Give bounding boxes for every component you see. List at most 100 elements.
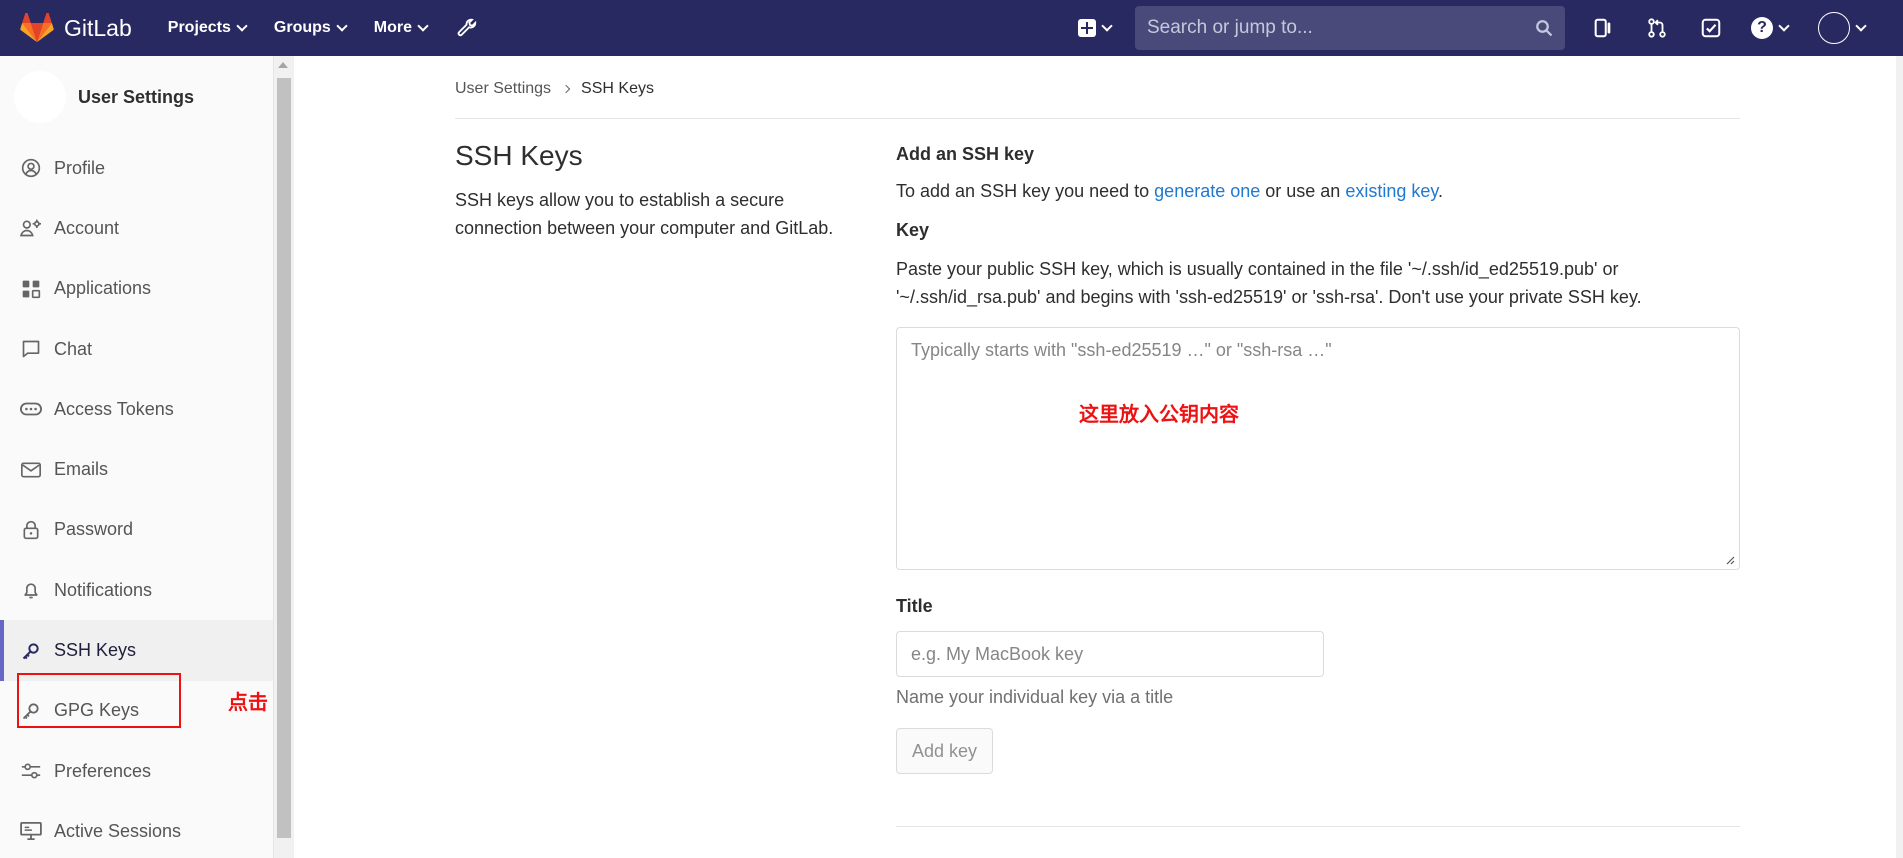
profile-icon <box>20 157 42 179</box>
sidebar-item-label: Notifications <box>54 579 153 600</box>
generate-one-link[interactable]: generate one <box>1154 181 1260 201</box>
chevron-down-icon <box>1855 19 1867 32</box>
bell-icon <box>20 579 42 601</box>
title-help-text: Name your individual key via a title <box>896 687 1174 707</box>
sidebar-item-profile[interactable]: Profile <box>0 138 273 198</box>
sidebar-avatar <box>14 71 66 123</box>
page-description: SSH keys allow you to establish a secure… <box>455 190 834 238</box>
search-box <box>1135 6 1565 50</box>
sidebar-item-label: Preferences <box>54 760 152 781</box>
merge-requests-button[interactable] <box>1643 14 1671 42</box>
help-icon: ? <box>1751 17 1773 39</box>
existing-key-link[interactable]: existing key <box>1345 181 1438 201</box>
key-help-text: Paste your public SSH key, which is usua… <box>896 259 1642 307</box>
resize-grip-icon[interactable] <box>1725 555 1735 565</box>
sidebar-item-label: GPG Keys <box>54 700 140 721</box>
sidebar-item-label: Applications <box>54 278 152 299</box>
sidebar-item-label: Account <box>54 217 120 238</box>
title-label: Title <box>896 596 933 616</box>
todos-button[interactable] <box>1697 14 1725 42</box>
groups-menu-label: Groups <box>273 19 331 36</box>
brand-name: GitLab <box>64 14 132 41</box>
monitor-icon <box>20 820 42 842</box>
add-key-button[interactable]: Add key <box>896 728 993 774</box>
issues-icon <box>1594 18 1611 38</box>
header-divider <box>455 118 1740 119</box>
new-dropdown-button[interactable] <box>1078 19 1113 37</box>
sidebar-item-label: Profile <box>54 157 106 178</box>
user-avatar <box>1818 12 1850 44</box>
scroll-up-arrow-icon[interactable] <box>278 62 288 68</box>
preferences-icon <box>20 760 42 782</box>
settings-sidebar: User Settings Profile Account Applicatio… <box>0 56 274 858</box>
issues-button[interactable] <box>1589 14 1617 42</box>
user-menu-button[interactable] <box>1818 12 1867 44</box>
chevron-down-icon <box>336 19 348 32</box>
search-icon[interactable] <box>1535 19 1553 37</box>
chat-icon <box>20 338 42 360</box>
projects-menu-label: Projects <box>167 19 231 36</box>
sidebar-item-active-sessions[interactable]: Active Sessions <box>0 801 273 858</box>
sidebar-item-chat[interactable]: Chat <box>0 319 273 379</box>
gitlab-logo-icon <box>20 13 54 43</box>
sidebar-item-label: Access Tokens <box>54 398 174 419</box>
intro-text-prefix: To add an SSH key you need to <box>896 181 1155 201</box>
sidebar-item-password[interactable]: Password <box>0 500 273 560</box>
merge-request-icon <box>1648 18 1666 38</box>
page-title: SSH Keys <box>455 140 583 171</box>
breadcrumb-current[interactable]: SSH Keys <box>581 80 654 98</box>
sidebar-item-label: Chat <box>54 338 93 359</box>
chevron-down-icon <box>1101 19 1113 32</box>
key-icon <box>20 640 42 662</box>
key-textarea[interactable] <box>897 328 1739 569</box>
chevron-down-icon <box>417 19 429 32</box>
sidebar-item-notifications[interactable]: Notifications <box>0 560 273 620</box>
plus-square-icon <box>1078 19 1096 37</box>
page-intro: SSH Keys SSH keys allow you to establish… <box>455 140 865 242</box>
groups-menu[interactable]: Groups <box>273 19 348 37</box>
more-menu-label: More <box>373 19 413 36</box>
sidebar-header[interactable]: User Settings <box>0 56 273 138</box>
help-dropdown-button[interactable]: ? <box>1751 17 1790 39</box>
wrench-icon <box>457 18 477 37</box>
chevron-right-icon <box>561 84 571 94</box>
sidebar-nav: Profile Account Applications Chat Access… <box>0 138 273 858</box>
nav-menu: Projects Groups More <box>168 16 479 40</box>
sidebar-item-access-tokens[interactable]: Access Tokens <box>0 379 273 439</box>
page-scrollbar[interactable] <box>1896 56 1903 858</box>
scrollbar-thumb[interactable] <box>277 78 291 838</box>
sidebar-scrollbar[interactable] <box>274 56 294 858</box>
sidebar-item-label: Emails <box>54 459 109 480</box>
more-menu[interactable]: More <box>373 19 429 37</box>
sidebar-item-ssh-keys[interactable]: SSH Keys <box>0 620 273 681</box>
projects-menu[interactable]: Projects <box>167 19 248 37</box>
add-key-heading: Add an SSH key <box>896 144 1035 164</box>
sidebar-title: User Settings <box>78 86 195 107</box>
search-input[interactable] <box>1147 17 1535 39</box>
add-key-intro: To add an SSH key you need to generate o… <box>896 181 1740 202</box>
breadcrumb-parent-link[interactable]: User Settings <box>455 80 551 98</box>
sidebar-item-account[interactable]: Account <box>0 198 273 258</box>
sidebar-item-label: Active Sessions <box>54 820 182 841</box>
sidebar-item-label: Password <box>54 519 134 540</box>
sidebar-item-emails[interactable]: Emails <box>0 439 273 499</box>
gitlab-home-link[interactable]: GitLab <box>20 13 132 43</box>
account-icon <box>20 217 42 239</box>
access-tokens-icon <box>20 398 42 420</box>
sidebar-item-applications[interactable]: Applications <box>0 259 273 319</box>
key-icon <box>20 700 42 722</box>
intro-text-suffix: . <box>1438 181 1444 201</box>
applications-icon <box>20 278 42 300</box>
top-navbar: GitLab Projects Groups More ? <box>0 0 1903 56</box>
todo-check-icon <box>1701 18 1721 38</box>
title-input[interactable] <box>896 631 1324 677</box>
intro-text-middle: or use an <box>1260 181 1346 201</box>
key-field-wrapper: 这里放入公钥内容 <box>896 327 1740 570</box>
lock-icon <box>20 519 42 541</box>
admin-wrench-icon[interactable] <box>455 16 479 40</box>
emails-icon <box>20 459 42 481</box>
chevron-down-icon <box>236 19 248 32</box>
annotation-click-label: 点击 <box>228 690 268 714</box>
sidebar-item-preferences[interactable]: Preferences <box>0 741 273 801</box>
add-ssh-key-form: Add an SSH key To add an SSH key you nee… <box>896 140 1740 774</box>
